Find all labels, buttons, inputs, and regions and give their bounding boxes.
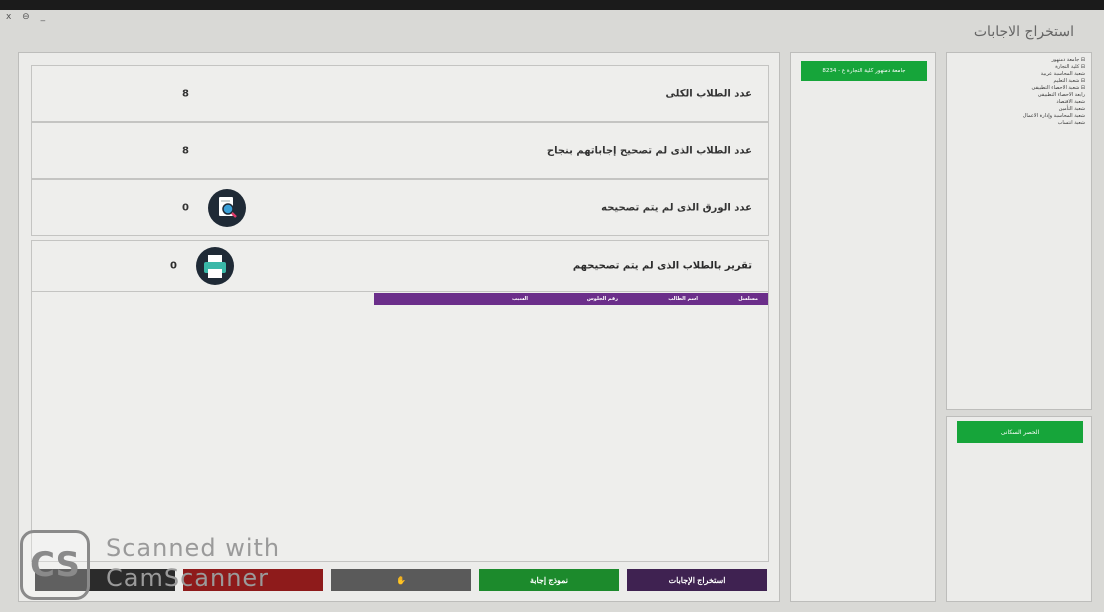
model-answer-button[interactable]: نموذج إجابة bbox=[479, 569, 619, 591]
stat-label: عدد الطلاب الذى لم تصحيح إجاباتهم بنجاح bbox=[546, 145, 752, 156]
window-title: استخراج الاجابات bbox=[973, 24, 1074, 40]
stat-value: 8 bbox=[182, 88, 189, 99]
tree-item[interactable]: ⊟ شعبة التعليم bbox=[1023, 78, 1085, 85]
report-row: تقرير بالطلاب الذى لم يتم تصحيحهم 0 bbox=[32, 241, 768, 292]
stat-label: عدد الورق الذى لم يتم تصحيحه bbox=[601, 202, 752, 213]
tree-item[interactable]: ⊟ شعبة الاحصاء التطبيقى bbox=[1023, 85, 1085, 92]
tree-item[interactable]: شعبة التأمين bbox=[1023, 106, 1085, 113]
stat-uncorrected-students: عدد الطلاب الذى لم تصحيح إجاباتهم بنجاح … bbox=[31, 122, 769, 179]
column-header-seat-number[interactable]: رقم الجلوس bbox=[538, 296, 628, 302]
census-button[interactable]: الحصر السكانى bbox=[957, 421, 1083, 443]
stat-uncorrected-papers: عدد الورق الذى لم يتم تصحيحه 0 bbox=[31, 179, 769, 236]
stat-value: 0 bbox=[182, 202, 189, 213]
top-bar bbox=[0, 0, 1104, 10]
column-header-serial[interactable]: مسلسل bbox=[708, 296, 768, 302]
main-panel: عدد الطلاب الكلى 8 عدد الطلاب الذى لم تص… bbox=[18, 52, 780, 602]
report-box: تقرير بالطلاب الذى لم يتم تصحيحهم 0 مسلس… bbox=[31, 240, 769, 562]
tree-item[interactable]: رابعة الاحصاء التطبيقى bbox=[1023, 92, 1085, 99]
report-label: تقرير بالطلاب الذى لم يتم تصحيحهم bbox=[572, 260, 752, 272]
tree-item[interactable]: شعبة المحاسبة وإدارة الاعمال bbox=[1023, 113, 1085, 120]
window-controls[interactable]: x ⊖ _ bbox=[6, 12, 49, 22]
column-header-student-name[interactable]: اسم الطالب bbox=[628, 296, 708, 302]
camscanner-logo: CS bbox=[20, 530, 90, 600]
stat-total-students: عدد الطلاب الكلى 8 bbox=[31, 65, 769, 122]
column-header-reason[interactable]: السبب bbox=[458, 296, 538, 302]
extract-answers-button[interactable]: استخراج الإجابات bbox=[627, 569, 767, 591]
tree-item[interactable]: شعبة الاقتصاد bbox=[1023, 99, 1085, 106]
watermark-line1: Scanned with bbox=[106, 534, 281, 562]
tree-item[interactable]: شعبة المحاسبة عربية bbox=[1023, 71, 1085, 78]
exam-select-button[interactable]: جامعة دمنهور كلية التجارة ع - 8234 bbox=[801, 61, 927, 81]
camscanner-watermark: CS Scanned with CamScanner bbox=[20, 528, 290, 600]
uncorrected-table-header: مسلسل اسم الطالب رقم الجلوس السبب bbox=[374, 293, 768, 305]
magnifier-document-icon[interactable] bbox=[208, 188, 246, 227]
cursor-icon: ✋ bbox=[396, 575, 406, 585]
bottom-right-panel: الحصر السكانى bbox=[946, 416, 1092, 602]
tree-item[interactable]: ⊟ جامعة دمنهور bbox=[1023, 57, 1085, 64]
tree-item[interactable]: شعبة انتساب bbox=[1023, 120, 1085, 127]
stat-label: عدد الطلاب الكلى bbox=[665, 88, 752, 99]
tree-item[interactable]: ⊟ كلية التجارة bbox=[1023, 64, 1085, 71]
printer-icon[interactable] bbox=[196, 247, 234, 285]
action-button-gray[interactable]: ✋ bbox=[331, 569, 471, 591]
report-value: 0 bbox=[170, 260, 177, 272]
faculty-tree[interactable]: ⊟ جامعة دمنهور ⊟ كلية التجارة شعبة المحا… bbox=[1023, 57, 1085, 127]
middle-panel: جامعة دمنهور كلية التجارة ع - 8234 bbox=[790, 52, 936, 602]
watermark-line2: CamScanner bbox=[106, 564, 270, 592]
stat-value: 8 bbox=[182, 145, 189, 156]
tree-panel: ⊟ جامعة دمنهور ⊟ كلية التجارة شعبة المحا… bbox=[946, 52, 1092, 410]
